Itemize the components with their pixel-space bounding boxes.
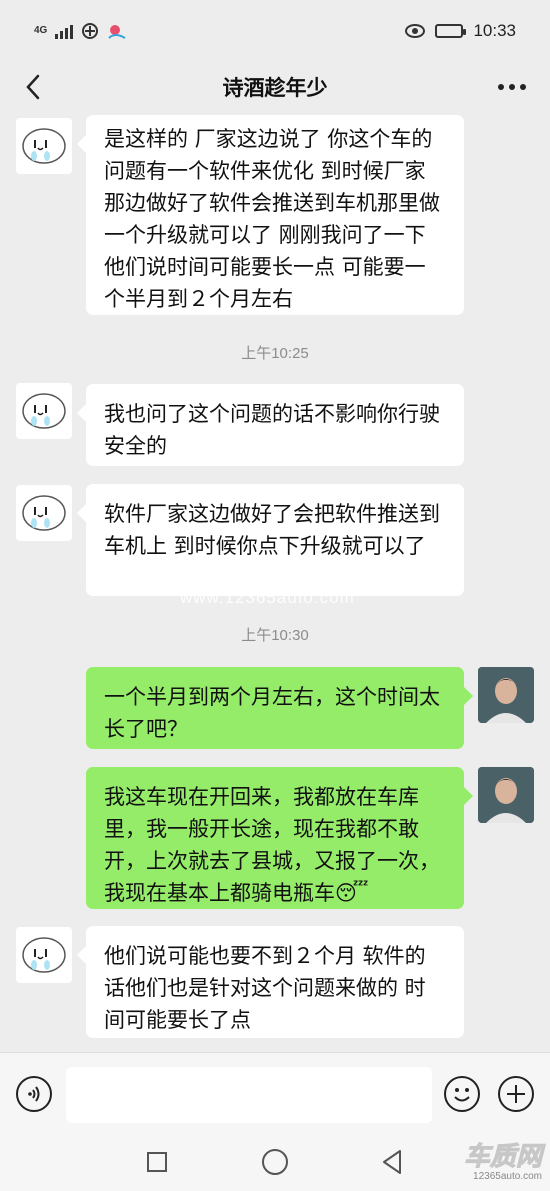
emoji-button[interactable] bbox=[444, 1076, 480, 1112]
message-input[interactable] bbox=[66, 1067, 432, 1123]
recent-apps-button[interactable] bbox=[147, 1152, 167, 1172]
status-time: 10:33 bbox=[473, 21, 516, 40]
eye-comfort-icon bbox=[405, 24, 426, 38]
plus-icon bbox=[507, 1085, 525, 1103]
watermark: www.12365auto.com bbox=[180, 588, 355, 607]
chevron-left-icon bbox=[26, 74, 40, 100]
notification-app-icon bbox=[82, 23, 99, 39]
contact-avatar[interactable] bbox=[16, 485, 72, 541]
more-options-button[interactable] bbox=[494, 70, 530, 104]
message-bubble-self[interactable]: 我这车现在开回来，我都放在车库里，我一般开长途，现在我都不敢开，上次就去了县城，… bbox=[86, 767, 473, 909]
message-bubble[interactable]: 我也问了这个问题的话不影响你行驶安全的 bbox=[77, 384, 464, 466]
cartoon-avatar-icon bbox=[22, 937, 66, 973]
brand-logo: 车质网 12365auto.com bbox=[463, 1142, 542, 1182]
self-avatar[interactable] bbox=[478, 767, 534, 823]
chat-header: 诗酒趁年少 bbox=[0, 62, 550, 112]
contact-avatar[interactable] bbox=[16, 383, 72, 439]
nav-back-button[interactable] bbox=[380, 1148, 404, 1176]
message-bubble[interactable]: 软件厂家这边做好了会把软件推送到车机上 到时候你点下升级就可以了 bbox=[77, 484, 464, 596]
notification-badge-icon bbox=[108, 25, 126, 39]
cartoon-avatar-icon bbox=[22, 393, 66, 429]
chat-title: 诗酒趁年少 bbox=[222, 76, 328, 100]
brand-url: 12365auto.com bbox=[473, 1171, 542, 1182]
battery-icon bbox=[435, 24, 467, 38]
status-left: 4G bbox=[34, 22, 127, 40]
signal-strength-icon bbox=[55, 23, 74, 39]
self-avatar[interactable] bbox=[478, 667, 534, 723]
more-functions-button[interactable] bbox=[498, 1076, 534, 1112]
input-bar bbox=[0, 1052, 550, 1136]
cartoon-avatar-icon bbox=[22, 128, 66, 164]
voice-icon bbox=[28, 1086, 40, 1102]
system-nav-bar: 车质网 12365auto.com bbox=[0, 1136, 550, 1191]
status-right: 10:33 bbox=[405, 21, 516, 41]
contact-avatar[interactable] bbox=[16, 927, 72, 983]
status-bar: 4G 10:33 bbox=[0, 0, 550, 62]
back-button[interactable] bbox=[16, 70, 50, 104]
timestamp: 上午10:25 bbox=[241, 345, 309, 362]
photo-avatar-icon bbox=[478, 767, 534, 823]
home-button[interactable] bbox=[262, 1149, 288, 1175]
more-dots-icon bbox=[498, 84, 526, 90]
brand-name: 车质网 bbox=[463, 1142, 542, 1172]
photo-avatar-icon bbox=[478, 667, 534, 723]
message-bubble-self[interactable]: 一个半月到两个月左右，这个时间太长了吧？ bbox=[86, 667, 473, 749]
contact-avatar[interactable] bbox=[16, 118, 72, 174]
voice-input-button[interactable] bbox=[16, 1076, 52, 1112]
message-bubble[interactable]: 是这样的 厂家这边说了 你这个车的问题有一个软件来优化 到时候厂家那边做好了软件… bbox=[77, 115, 464, 315]
timestamp: 上午10:30 bbox=[241, 627, 309, 644]
message-bubble[interactable]: 他们说可能也要不到２个月 软件的话他们也是针对这个问题来做的 时间可能要长了点 bbox=[77, 926, 464, 1038]
cartoon-avatar-icon bbox=[22, 495, 66, 531]
network-type: 4G bbox=[34, 25, 48, 36]
smiley-icon bbox=[454, 1088, 470, 1102]
